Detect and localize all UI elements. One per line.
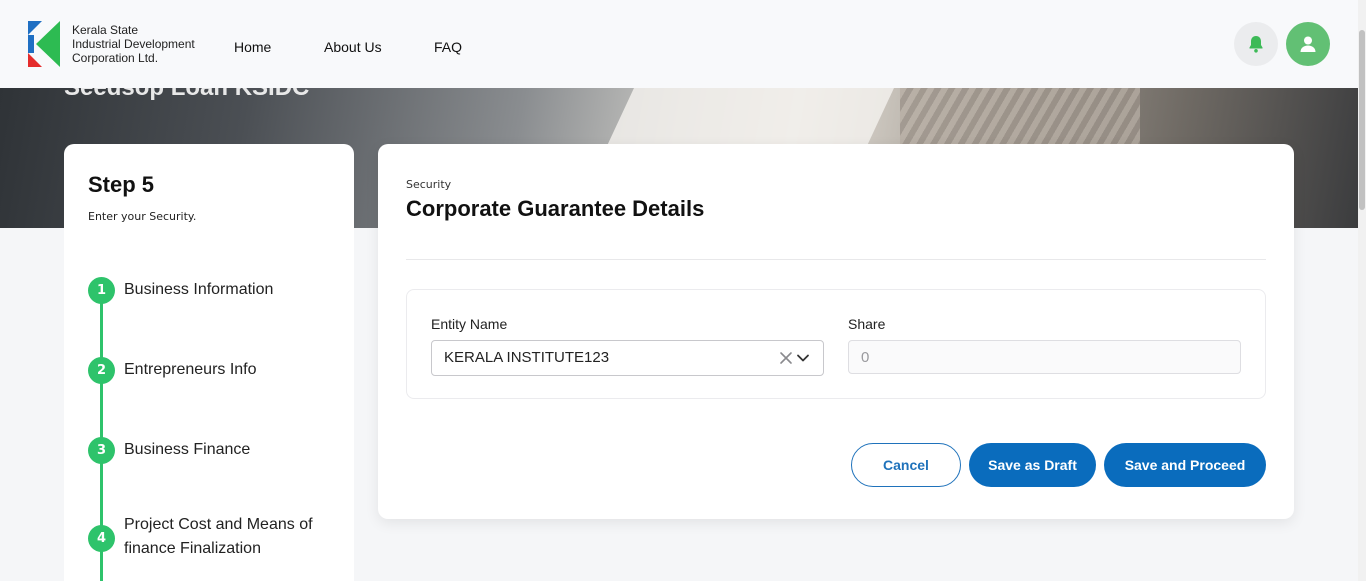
share-label: Share xyxy=(848,316,886,332)
step-number: 4 xyxy=(88,525,115,552)
notifications-button[interactable] xyxy=(1234,22,1278,66)
bell-icon xyxy=(1249,36,1263,53)
step-number: 1 xyxy=(88,277,115,304)
entity-name-select[interactable]: KERALA INSTITUTE123 xyxy=(431,340,824,376)
hero-photo-texture xyxy=(900,88,1140,144)
page-scrollbar-thumb[interactable] xyxy=(1359,30,1365,210)
step-number: 3 xyxy=(88,437,115,464)
hero-title: Seedsop Loan KSIDC xyxy=(64,88,309,102)
step-label: Entrepreneurs Info xyxy=(124,361,257,378)
step-label: Project Cost and Means of finance Finali… xyxy=(124,516,313,557)
org-name-line-3: Corporation Ltd. xyxy=(72,51,159,65)
top-header: Kerala State Industrial Development Corp… xyxy=(0,0,1366,88)
user-icon xyxy=(1300,36,1316,52)
chevron-down-icon[interactable] xyxy=(796,351,810,365)
hero-photo-detail xyxy=(606,88,894,148)
cancel-button[interactable]: Cancel xyxy=(851,443,961,487)
org-name-line-2: Industrial Development xyxy=(72,37,195,51)
save-as-draft-button[interactable]: Save as Draft xyxy=(969,443,1096,487)
divider xyxy=(406,259,1266,260)
section-eyebrow: Security xyxy=(406,178,452,191)
entity-name-value: KERALA INSTITUTE123 xyxy=(444,349,610,366)
share-input[interactable] xyxy=(848,340,1241,374)
entity-name-label: Entity Name xyxy=(431,316,508,332)
nav-home[interactable]: Home xyxy=(234,39,271,55)
profile-button[interactable] xyxy=(1286,22,1330,66)
step-subtitle: Enter your Security. xyxy=(88,210,197,223)
security-form-card: Security Corporate Guarantee Details Ent… xyxy=(378,144,1294,519)
org-name-line-1: Kerala State xyxy=(72,23,139,37)
step-label: Business Finance xyxy=(124,441,251,458)
section-title: Corporate Guarantee Details xyxy=(406,196,705,221)
org-name: Kerala State Industrial Development Corp… xyxy=(72,23,195,65)
ksidc-logo[interactable] xyxy=(28,21,60,67)
nav-about-us[interactable]: About Us xyxy=(324,39,382,55)
guarantee-form-box: Entity Name KERALA INSTITUTE123 Share xyxy=(406,289,1266,399)
save-and-proceed-button[interactable]: Save and Proceed xyxy=(1104,443,1266,487)
clear-icon[interactable] xyxy=(778,350,794,366)
step-title: Step 5 xyxy=(88,172,155,197)
step-label: Business Information xyxy=(124,281,274,298)
steps-panel: Step 5 Enter your Security. 1 Business I… xyxy=(64,144,354,581)
step-number: 2 xyxy=(88,357,115,384)
nav-faq[interactable]: FAQ xyxy=(434,39,462,55)
